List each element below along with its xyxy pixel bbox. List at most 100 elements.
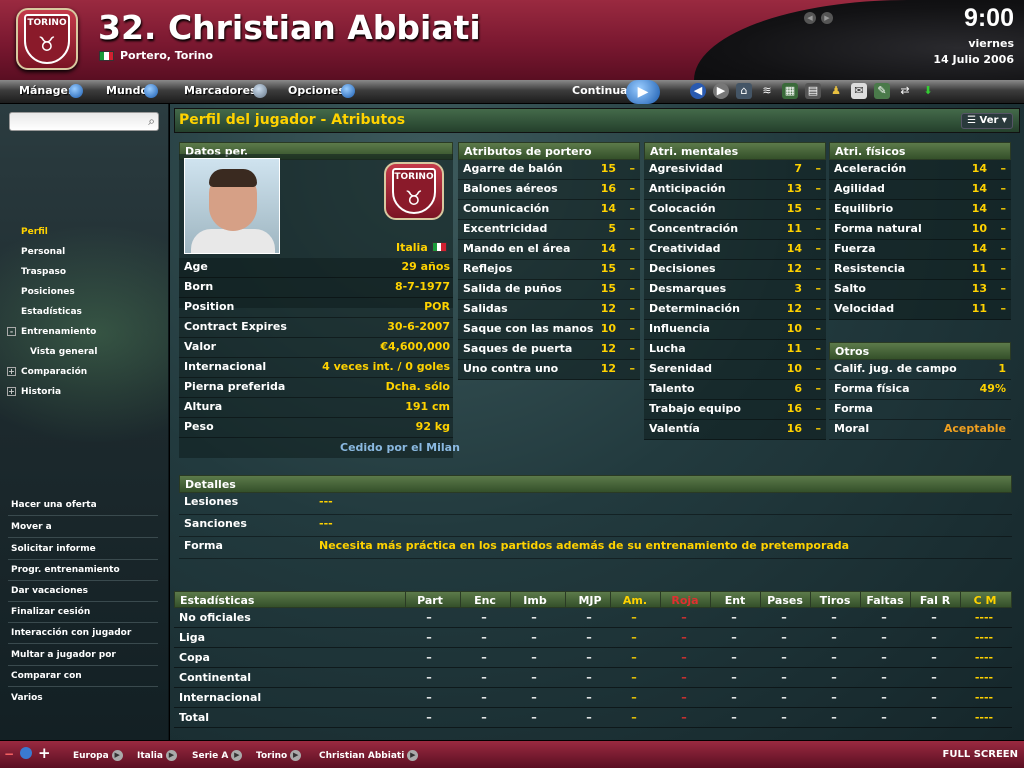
mental-attribute-row[interactable]: Desmarques 3– [644, 280, 826, 300]
mental-attribute-row[interactable]: Serenidad 10– [644, 360, 826, 380]
breadcrumb-item[interactable]: Christian Abbiati ▶ [319, 750, 419, 761]
personal-info-row[interactable]: Position POR [179, 298, 453, 318]
stats-row[interactable]: Internacional – – – – – – – – – – – ---- [174, 688, 1012, 708]
personal-info-row[interactable]: Pierna preferida Dcha. sólo [179, 378, 453, 398]
stats-column-header[interactable]: Pases [763, 594, 807, 607]
goalkeeper-attribute-row[interactable]: Excentricidad 5– [458, 220, 640, 240]
stats-column-header[interactable]: C M [963, 594, 1007, 607]
player-position-club[interactable]: Portero, Torino [120, 49, 213, 62]
breadcrumb-item[interactable]: Italia ▶ [137, 750, 177, 761]
action-move-to[interactable]: Mover a [8, 522, 158, 538]
sidebar-item-statistics[interactable]: Estadísticas [21, 307, 82, 317]
continue-arrow-icon[interactable]: ▶ [626, 80, 660, 104]
stats-column-header[interactable]: MJP [568, 594, 612, 607]
sidebar-item-overview[interactable]: Vista general [30, 347, 97, 357]
continue-button[interactable]: Continuar [572, 84, 633, 97]
goalkeeper-attribute-row[interactable]: Salidas 12– [458, 300, 640, 320]
physical-attribute-row[interactable]: Aceleración 14– [829, 160, 1011, 180]
loan-note-link[interactable]: Cedido por el Milan [340, 441, 460, 454]
stats-column-header[interactable]: Am. [613, 594, 657, 607]
menu-scores[interactable]: Marcadores [184, 84, 267, 98]
mental-attribute-row[interactable]: Decisiones 12– [644, 260, 826, 280]
mental-attribute-row[interactable]: Lucha 11– [644, 340, 826, 360]
chevron-right-icon[interactable]: ▶ [165, 750, 177, 761]
goalkeeper-attribute-row[interactable]: Comunicación 14– [458, 200, 640, 220]
mental-attribute-row[interactable]: Talento 6– [644, 380, 826, 400]
other-info-row[interactable]: Moral Aceptable [829, 420, 1011, 440]
stats-row[interactable]: Copa – – – – – – – – – – – ---- [174, 648, 1012, 668]
action-request-report[interactable]: Solicitar informe [8, 544, 158, 560]
action-give-holiday[interactable]: Dar vacaciones [8, 586, 158, 602]
action-misc[interactable]: Varios [8, 693, 158, 708]
forward-icon[interactable]: ▶ [713, 83, 729, 99]
expand-icon[interactable]: + [7, 387, 16, 396]
physical-attribute-row[interactable]: Forma natural 10– [829, 220, 1011, 240]
chevron-right-icon[interactable]: ▶ [111, 750, 123, 761]
expand-icon[interactable]: + [7, 367, 16, 376]
other-info-row[interactable]: Forma [829, 400, 1011, 420]
sidebar-item-transfer[interactable]: Traspaso [21, 267, 66, 277]
menu-manager[interactable]: Mánager [19, 84, 84, 98]
stats-column-header[interactable]: Estadísticas [180, 594, 254, 607]
breadcrumb-item[interactable]: Europa ▶ [73, 750, 123, 761]
stats-row[interactable]: No oficiales – – – – – – – – – – – ---- [174, 608, 1012, 628]
chevron-right-icon[interactable]: ▶ [290, 750, 302, 761]
goalkeeper-attribute-row[interactable]: Saque con las manos 10– [458, 320, 640, 340]
sidebar-item-comparison[interactable]: + Comparación [7, 367, 87, 377]
personal-info-row[interactable]: Altura 191 cm [179, 398, 453, 418]
stats-row[interactable]: Continental – – – – – – – – – – – ---- [174, 668, 1012, 688]
search-icon[interactable]: ⌕ [148, 114, 155, 129]
goalkeeper-attribute-row[interactable]: Mando en el área 14– [458, 240, 640, 260]
stats-column-header[interactable]: Tiros [813, 594, 857, 607]
stats-column-header[interactable]: Enc [463, 594, 507, 607]
physical-attribute-row[interactable]: Agilidad 14– [829, 180, 1011, 200]
sidebar-item-profile[interactable]: Perfil [21, 227, 48, 237]
club-crest[interactable]: TORINO ♉ [384, 162, 444, 220]
stats-row[interactable]: Liga – – – – – – – – – – – ---- [174, 628, 1012, 648]
view-dropdown[interactable]: ☰ Ver ▾ [961, 113, 1013, 129]
physical-attribute-row[interactable]: Fuerza 14– [829, 240, 1011, 260]
mental-attribute-row[interactable]: Determinación 12– [644, 300, 826, 320]
action-player-interaction[interactable]: Interacción con jugador [8, 628, 158, 644]
back-arrow-icon[interactable]: ◀ [804, 12, 816, 24]
mental-attribute-row[interactable]: Valentía 16– [644, 420, 826, 440]
action-make-offer[interactable]: Hacer una oferta [8, 500, 158, 516]
forward-arrow-icon[interactable]: ▶ [821, 12, 833, 24]
action-end-loan[interactable]: Finalizar cesión [8, 607, 158, 623]
stats-column-header[interactable]: Ent [713, 594, 757, 607]
breadcrumb-item[interactable]: Serie A ▶ [192, 750, 243, 761]
goalkeeper-attribute-row[interactable]: Uno contra uno 12– [458, 360, 640, 380]
notes-icon[interactable]: ✉ [851, 83, 867, 99]
stats-column-header[interactable]: Faltas [863, 594, 907, 607]
mental-attribute-row[interactable]: Concentración 11– [644, 220, 826, 240]
stats-row[interactable]: Total – – – – – – – – – – – ---- [174, 708, 1012, 728]
mental-attribute-row[interactable]: Trabajo equipo 16– [644, 400, 826, 420]
chevron-right-icon[interactable]: ▶ [231, 750, 243, 761]
chevron-right-icon[interactable]: ▶ [407, 750, 419, 761]
mental-attribute-row[interactable]: Influencia 10– [644, 320, 826, 340]
stats-column-header[interactable]: Part [408, 594, 452, 607]
tactics-icon[interactable]: ▦ [782, 83, 798, 99]
goalkeeper-attribute-row[interactable]: Reflejos 15– [458, 260, 640, 280]
club-badge[interactable]: TORINO ♉ [16, 8, 78, 70]
back-icon[interactable]: ◀ [690, 83, 706, 99]
news-feed-icon[interactable]: ≋ [759, 83, 775, 99]
finances-icon[interactable]: ✎ [874, 83, 890, 99]
breadcrumb-item[interactable]: Torino ▶ [256, 750, 302, 761]
zoom-in-icon[interactable]: + [38, 744, 51, 762]
other-info-row[interactable]: Calif. jug. de campo 1 [829, 360, 1011, 380]
info-icon[interactable] [20, 747, 32, 759]
physical-attribute-row[interactable]: Velocidad 11– [829, 300, 1011, 320]
stats-column-header[interactable]: Roja [663, 594, 707, 607]
staff-icon[interactable]: ♟ [828, 83, 844, 99]
stats-column-header[interactable]: Imb [513, 594, 557, 607]
goalkeeper-attribute-row[interactable]: Balones aéreos 16– [458, 180, 640, 200]
sidebar-item-positions[interactable]: Posiciones [21, 287, 75, 297]
personal-info-row[interactable]: Born 8-7-1977 [179, 278, 453, 298]
transfers-icon[interactable]: ⇄ [897, 83, 913, 99]
search-input[interactable]: ⌕ [9, 112, 159, 131]
sidebar-item-personal[interactable]: Personal [21, 247, 65, 257]
stats-column-header[interactable]: Fal R [913, 594, 957, 607]
personal-info-row[interactable]: Peso 92 kg [179, 418, 453, 438]
personal-info-row[interactable]: Valor €4,600,000 [179, 338, 453, 358]
